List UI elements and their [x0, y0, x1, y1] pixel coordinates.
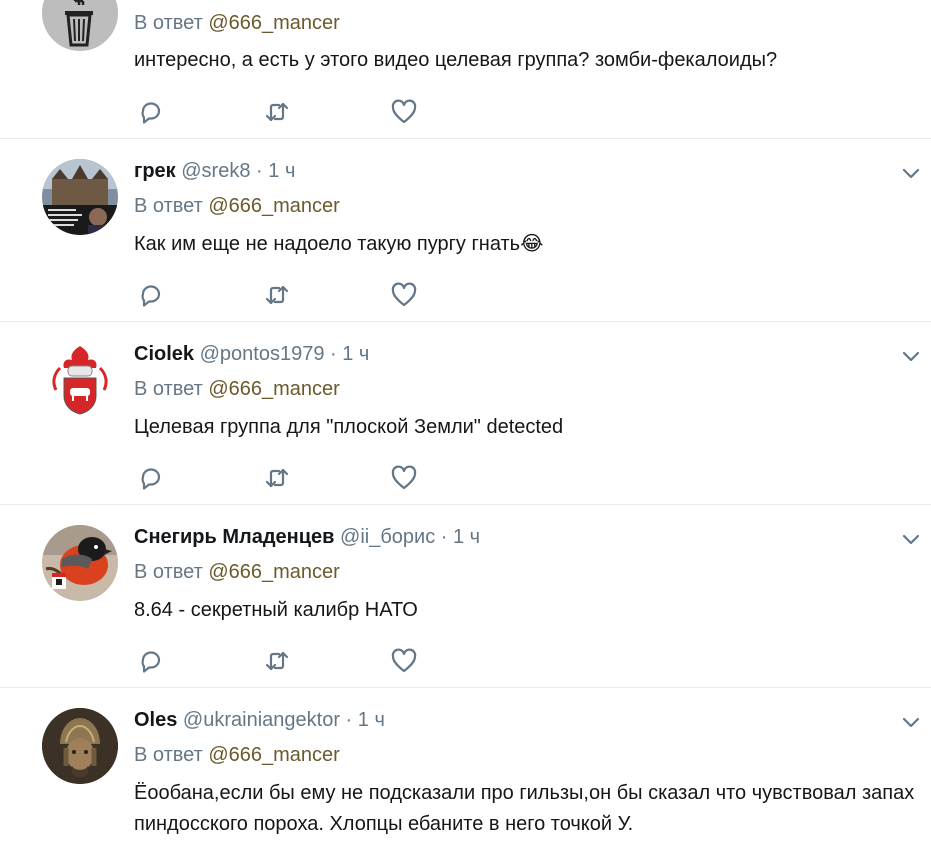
- display-name[interactable]: Oles: [134, 709, 177, 731]
- timestamp[interactable]: 1 ч: [342, 343, 369, 365]
- separator-dot: ·: [345, 709, 353, 731]
- reply-mention-link[interactable]: @666_mancer: [208, 378, 339, 400]
- separator-dot: ·: [440, 526, 448, 548]
- reply-context: В ответ @666_mancer: [134, 561, 340, 584]
- username-handle[interactable]: @srek8: [181, 160, 250, 182]
- username-handle[interactable]: @pontos1979: [200, 343, 325, 365]
- avatar[interactable]: [42, 708, 118, 784]
- display-name[interactable]: Ciolek: [134, 343, 194, 365]
- chevron-down-icon[interactable]: [899, 161, 923, 185]
- tweet-text: Ёообана,если бы ему не подсказали про ги…: [134, 782, 915, 835]
- tweet-text: Целевая группа для "плоской Земли" detec…: [134, 416, 564, 438]
- tweet-header: грек @srek8 · 1 ч: [134, 160, 295, 183]
- retweet-icon[interactable]: [263, 647, 291, 675]
- tweet[interactable]: Снегирь Младенцев @ii_борис · 1 ч В отве…: [0, 505, 931, 688]
- tweet[interactable]: Oles @ukrainiangektor · 1 ч В ответ @666…: [0, 688, 931, 849]
- retweet-icon[interactable]: [263, 281, 291, 309]
- tweet[interactable]: Ciolek @pontos1979 · 1 ч В ответ @666_ma…: [0, 322, 931, 505]
- avatar[interactable]: [42, 525, 118, 601]
- like-icon[interactable]: [390, 281, 418, 309]
- tweet-text: Как им еще не надоело такую пургу гнать😂: [134, 233, 544, 255]
- coat-of-arms-avatar-icon: [42, 342, 118, 418]
- timestamp[interactable]: 1 ч: [453, 526, 480, 548]
- reply-context: В ответ @666_mancer: [134, 195, 340, 218]
- chevron-down-icon[interactable]: [899, 710, 923, 734]
- like-icon[interactable]: [390, 464, 418, 492]
- separator-dot: ·: [330, 343, 337, 365]
- reply-prefix: В ответ: [134, 744, 203, 766]
- chevron-down-icon[interactable]: [899, 527, 923, 551]
- reply-prefix: В ответ: [134, 561, 203, 583]
- separator-dot: ·: [256, 160, 263, 182]
- avatar[interactable]: [42, 342, 118, 418]
- username-handle[interactable]: @ukrainiangektor: [183, 709, 340, 731]
- tweet-text: 8.64 - секретный калибр НАТО: [134, 599, 418, 621]
- chevron-down-icon[interactable]: [899, 344, 923, 368]
- bullfinch-avatar-icon: [42, 525, 118, 601]
- reply-icon[interactable]: [137, 281, 165, 309]
- reply-context: В ответ @666_mancer: [134, 378, 340, 401]
- tweet[interactable]: В ответ @666_mancer интересно, а есть у …: [0, 0, 931, 139]
- timestamp[interactable]: 1 ч: [358, 709, 385, 731]
- like-icon[interactable]: [390, 98, 418, 126]
- castle-photo-avatar-icon: [42, 159, 118, 235]
- reply-mention-link[interactable]: @666_mancer: [208, 12, 339, 34]
- username-handle[interactable]: @ii_борис: [340, 526, 435, 548]
- helmet-portrait-avatar-icon: [42, 708, 118, 784]
- retweet-icon[interactable]: [263, 464, 291, 492]
- reply-mention-link[interactable]: @666_mancer: [208, 744, 339, 766]
- retweet-icon[interactable]: [263, 98, 291, 126]
- display-name[interactable]: Снегирь Младенцев: [134, 526, 334, 548]
- tweet[interactable]: грек @srek8 · 1 ч В ответ @666_mancer Ка…: [0, 139, 931, 322]
- anti-swastika-trash-avatar-icon: [42, 0, 118, 51]
- reply-context: В ответ @666_mancer: [134, 744, 340, 767]
- reply-mention-link[interactable]: @666_mancer: [208, 195, 339, 217]
- avatar[interactable]: [42, 0, 118, 51]
- reply-icon[interactable]: [137, 647, 165, 675]
- tweet-text: интересно, а есть у этого видео целевая …: [134, 49, 778, 71]
- like-icon[interactable]: [390, 647, 418, 675]
- display-name[interactable]: грек: [134, 160, 176, 182]
- avatar[interactable]: [42, 159, 118, 235]
- tweet-header: Снегирь Младенцев @ii_борис · 1 ч: [134, 526, 480, 549]
- timestamp[interactable]: 1 ч: [268, 160, 295, 182]
- reply-mention-link[interactable]: @666_mancer: [208, 561, 339, 583]
- reply-icon[interactable]: [137, 98, 165, 126]
- reply-prefix: В ответ: [134, 195, 203, 217]
- reply-context: В ответ @666_mancer: [134, 12, 340, 35]
- tweet-header: Oles @ukrainiangektor · 1 ч: [134, 709, 385, 732]
- reply-prefix: В ответ: [134, 378, 203, 400]
- reply-icon[interactable]: [137, 464, 165, 492]
- tweet-header: Ciolek @pontos1979 · 1 ч: [134, 343, 369, 366]
- reply-prefix: В ответ: [134, 12, 203, 34]
